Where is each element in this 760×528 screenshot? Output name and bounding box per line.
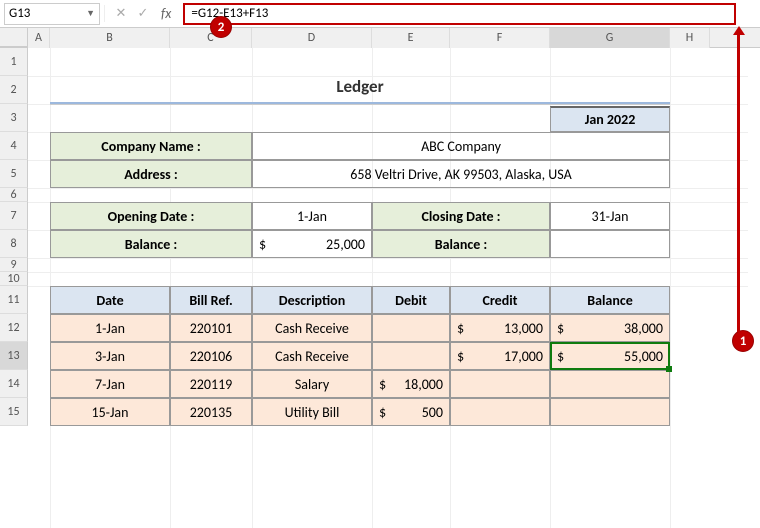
cell-desc[interactable]: Salary <box>252 370 372 398</box>
col-header-e[interactable]: E <box>372 28 450 48</box>
select-all-corner[interactable] <box>0 28 28 47</box>
row-header-7[interactable]: 7 <box>0 202 28 230</box>
name-box-value: G13 <box>9 6 30 21</box>
column-headers-row: A B C D E F G H <box>0 28 760 48</box>
cell-balance[interactable]: $55,000 <box>550 342 670 370</box>
cell-debit[interactable] <box>372 314 450 342</box>
close-balance-value[interactable] <box>550 230 670 258</box>
cell-desc[interactable]: Cash Receive <box>252 342 372 370</box>
open-date-value[interactable]: 1-Jan <box>252 202 372 230</box>
cell-ref[interactable]: 220106 <box>170 342 252 370</box>
open-balance-value[interactable]: $25,000 <box>252 230 372 258</box>
cell-desc[interactable]: Utility Bill <box>252 398 372 426</box>
col-header-d[interactable]: D <box>252 28 372 48</box>
th-debit[interactable]: Debit <box>372 286 450 314</box>
col-header-h[interactable]: H <box>670 28 710 48</box>
row-header-9[interactable]: 9 <box>0 258 28 272</box>
col-header-f[interactable]: F <box>450 28 550 48</box>
row-header-10[interactable]: 10 <box>0 272 28 286</box>
formula-bar-buttons: ✕ ✓ fx <box>104 5 183 22</box>
row-header-14[interactable]: 14 <box>0 370 28 398</box>
row-header-12[interactable]: 12 <box>0 314 28 342</box>
formula-text: =G12-E13+F13 <box>191 6 268 21</box>
ledger-title: Ledger <box>50 76 670 104</box>
formula-input[interactable]: =G12-E13+F13 <box>183 3 736 25</box>
cancel-icon[interactable]: ✕ <box>111 6 131 21</box>
row-header-2[interactable]: 2 <box>0 76 28 104</box>
cell-credit[interactable] <box>450 398 550 426</box>
row-header-4[interactable]: 4 <box>0 132 28 160</box>
callout-2: 2 <box>210 16 232 38</box>
cell-date[interactable]: 7-Jan <box>50 370 170 398</box>
cell-date[interactable]: 1-Jan <box>50 314 170 342</box>
th-ref[interactable]: Bill Ref. <box>170 286 252 314</box>
open-date-label[interactable]: Opening Date : <box>50 202 252 230</box>
address-label[interactable]: Address : <box>50 160 252 188</box>
ledger-underline <box>50 102 670 105</box>
cell-balance[interactable]: $38,000 <box>550 314 670 342</box>
row-header-1[interactable]: 1 <box>0 48 28 76</box>
cell-ref[interactable]: 220119 <box>170 370 252 398</box>
spreadsheet-grid[interactable]: A B C D E F G H 1 2 3 4 5 6 7 8 9 10 11 … <box>0 28 760 48</box>
annotation-arrow-head-icon <box>733 26 745 35</box>
cell-ref[interactable]: 220101 <box>170 314 252 342</box>
row-header-13[interactable]: 13 <box>0 342 28 370</box>
close-date-label[interactable]: Closing Date : <box>372 202 550 230</box>
cell-credit[interactable]: $13,000 <box>450 314 550 342</box>
row-header-6[interactable]: 6 <box>0 188 28 202</box>
open-balance-label[interactable]: Balance : <box>50 230 252 258</box>
cell-balance[interactable] <box>550 370 670 398</box>
cell-debit[interactable]: $500 <box>372 398 450 426</box>
row-header-8[interactable]: 8 <box>0 230 28 258</box>
cell-debit[interactable]: $18,000 <box>372 370 450 398</box>
cell-desc[interactable]: Cash Receive <box>252 314 372 342</box>
row-headers: 1 2 3 4 5 6 7 8 9 10 11 12 13 14 15 <box>0 48 28 426</box>
col-header-b[interactable]: B <box>50 28 170 48</box>
row-header-3[interactable]: 3 <box>0 104 28 132</box>
th-credit[interactable]: Credit <box>450 286 550 314</box>
row-header-5[interactable]: 5 <box>0 160 28 188</box>
address-value[interactable]: 658 Veltri Drive, AK 99503, Alaska, USA <box>252 160 670 188</box>
cell-balance[interactable] <box>550 398 670 426</box>
th-balance[interactable]: Balance <box>550 286 670 314</box>
th-desc[interactable]: Description <box>252 286 372 314</box>
confirm-icon[interactable]: ✓ <box>133 6 153 21</box>
formula-bar-row: G13 ▼ ✕ ✓ fx =G12-E13+F13 <box>0 0 760 28</box>
callout-1: 1 <box>732 330 754 352</box>
company-value[interactable]: ABC Company <box>252 132 670 160</box>
cell-date[interactable]: 15-Jan <box>50 398 170 426</box>
cell-date[interactable]: 3-Jan <box>50 342 170 370</box>
cell-ref[interactable]: 220135 <box>170 398 252 426</box>
cell-credit[interactable] <box>450 370 550 398</box>
col-header-g[interactable]: G <box>550 28 670 48</box>
th-date[interactable]: Date <box>50 286 170 314</box>
close-date-value[interactable]: 31-Jan <box>550 202 670 230</box>
col-header-a[interactable]: A <box>28 28 50 48</box>
row-header-11[interactable]: 11 <box>0 286 28 314</box>
row-header-15[interactable]: 15 <box>0 398 28 426</box>
month-header[interactable]: Jan 2022 <box>550 106 670 132</box>
company-label[interactable]: Company Name : <box>50 132 252 160</box>
fx-icon[interactable]: fx <box>155 5 177 22</box>
annotation-arrow-line <box>737 34 740 332</box>
name-box-dropdown-icon[interactable]: ▼ <box>86 8 95 19</box>
name-box[interactable]: G13 ▼ <box>4 3 100 25</box>
cell-credit[interactable]: $17,000 <box>450 342 550 370</box>
close-balance-label[interactable]: Balance : <box>372 230 550 258</box>
cell-debit[interactable] <box>372 342 450 370</box>
